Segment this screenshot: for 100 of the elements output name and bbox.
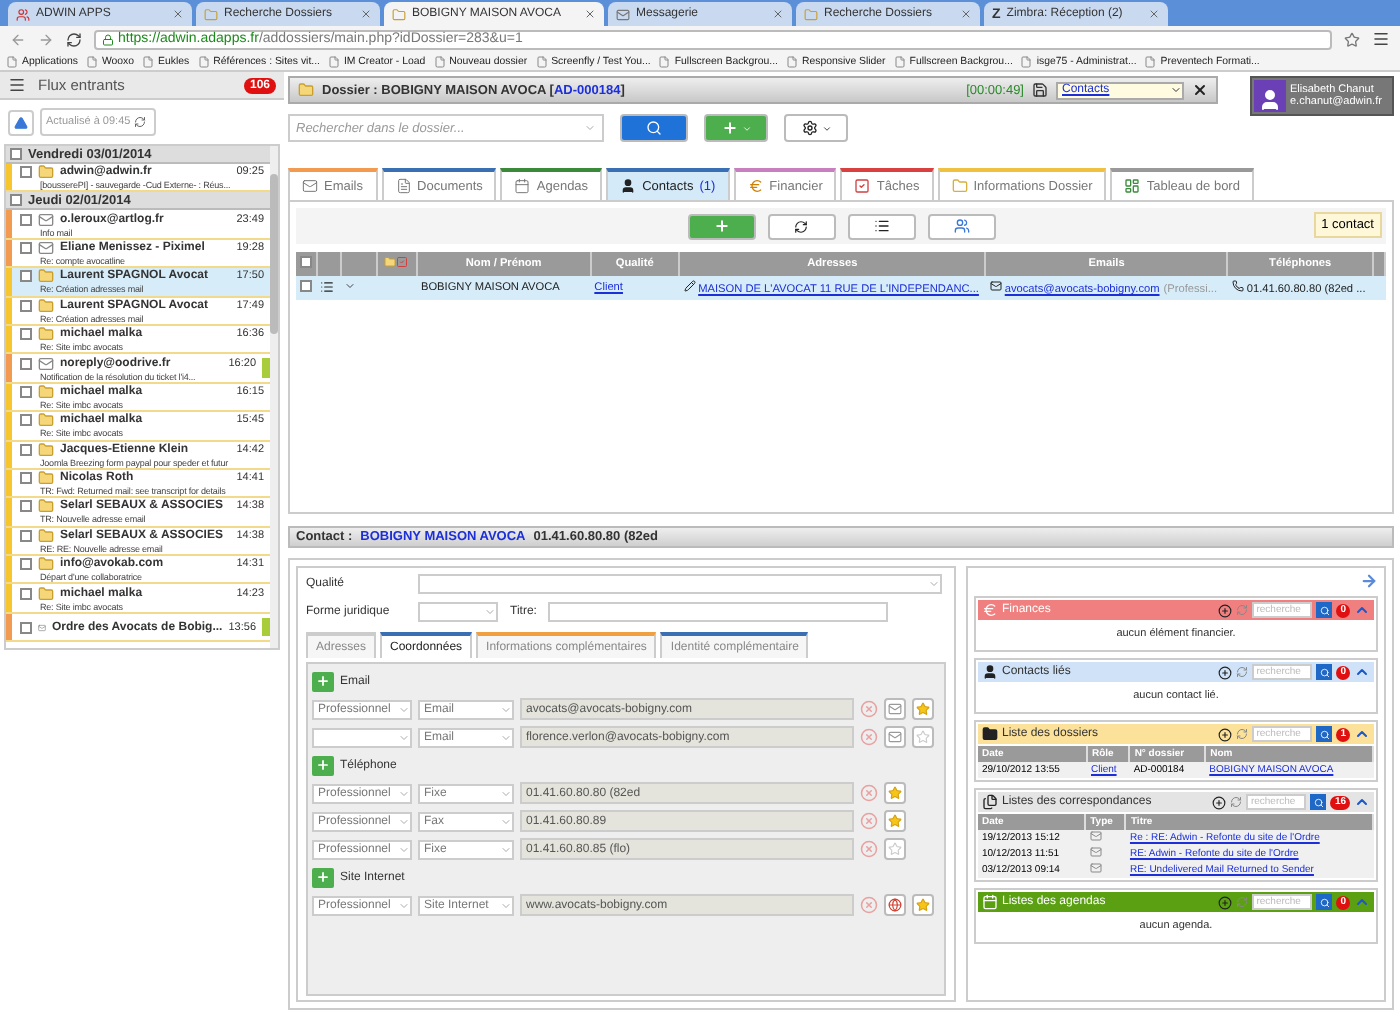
refresh-button[interactable] — [767, 213, 835, 239]
email-button[interactable] — [884, 726, 906, 748]
chevron-down-icon — [928, 578, 940, 590]
add-icon[interactable] — [1218, 665, 1233, 679]
save-icon[interactable] — [1032, 82, 1048, 98]
checkbox[interactable] — [20, 385, 32, 398]
checkbox[interactable] — [20, 587, 32, 600]
checkbox[interactable] — [20, 443, 32, 456]
folder-icon — [392, 7, 406, 21]
up-arrow-icon — [14, 115, 28, 129]
refresh-icon[interactable] — [134, 116, 147, 128]
scrollbar-thumb[interactable] — [270, 174, 278, 334]
checkbox[interactable] — [20, 270, 32, 283]
folder-icon — [804, 7, 818, 21]
checkbox[interactable] — [20, 328, 32, 341]
add-icon[interactable] — [1218, 727, 1233, 741]
checkbox-icon — [396, 256, 409, 268]
checkbox[interactable] — [20, 529, 32, 542]
collapse-icon[interactable] — [1354, 726, 1370, 742]
list-icon[interactable] — [320, 279, 335, 293]
collapse-icon[interactable] — [1354, 602, 1370, 618]
list-button[interactable] — [847, 213, 915, 239]
checkbox[interactable] — [20, 166, 32, 179]
page-icon — [535, 55, 548, 67]
settings-button[interactable] — [784, 114, 848, 142]
search-button[interactable] — [620, 114, 688, 142]
close-icon[interactable] — [1192, 82, 1208, 98]
forward-icon[interactable] — [38, 31, 54, 47]
checkbox[interactable] — [300, 280, 312, 292]
plus-icon — [316, 870, 330, 884]
checkbox[interactable] — [10, 148, 22, 160]
person-icon — [1258, 88, 1282, 112]
chevron-down-icon — [500, 731, 512, 743]
collapse-icon[interactable] — [1354, 794, 1370, 810]
search-button[interactable] — [1316, 602, 1333, 618]
add-button[interactable] — [312, 867, 334, 887]
delete-icon[interactable] — [860, 728, 878, 746]
add-icon[interactable] — [1212, 795, 1227, 809]
arrow-right-icon[interactable] — [1360, 572, 1378, 590]
document-icon — [395, 178, 412, 194]
folder-icon — [38, 441, 54, 458]
collapse-icon[interactable] — [1354, 664, 1370, 680]
search-button[interactable] — [1316, 726, 1333, 742]
envelope-icon — [38, 355, 54, 372]
delete-icon[interactable] — [860, 840, 878, 858]
checkbox[interactable] — [20, 500, 32, 513]
page-icon — [433, 55, 446, 67]
refresh-icon[interactable] — [1236, 728, 1249, 740]
plus-icon — [721, 120, 737, 136]
checkbox[interactable] — [20, 241, 32, 254]
people-button[interactable] — [927, 213, 995, 239]
caret-icon — [821, 123, 831, 133]
refresh-icon[interactable] — [1236, 666, 1249, 678]
folder-icon — [38, 470, 54, 487]
checkbox[interactable] — [300, 256, 312, 268]
checkbox[interactable] — [10, 194, 22, 207]
expand-icon[interactable] — [344, 280, 357, 292]
phone-icon — [1231, 280, 1244, 292]
refresh-icon[interactable] — [1230, 796, 1243, 808]
delete-icon[interactable] — [860, 812, 878, 830]
chevron-down-icon — [398, 899, 410, 911]
checkbox[interactable] — [20, 299, 32, 312]
checkbox[interactable] — [20, 472, 32, 485]
page-icon — [85, 55, 98, 67]
search-button[interactable] — [1310, 794, 1327, 810]
plus-icon — [316, 758, 330, 772]
add-button[interactable] — [704, 114, 768, 142]
folder-icon — [38, 297, 54, 314]
search-icon — [1319, 897, 1330, 907]
delete-icon[interactable] — [860, 896, 878, 914]
checkbox[interactable] — [20, 213, 32, 226]
chevron-down-icon — [398, 815, 410, 827]
reload-icon[interactable] — [66, 31, 82, 47]
add-icon[interactable] — [1218, 603, 1233, 617]
search-button[interactable] — [1316, 664, 1333, 680]
titre-field[interactable] — [548, 602, 889, 622]
browser-button[interactable] — [884, 894, 906, 916]
search-button[interactable] — [1316, 894, 1333, 910]
add-button[interactable] — [687, 213, 755, 239]
calendar-icon — [514, 178, 531, 194]
delete-icon[interactable] — [860, 784, 878, 802]
folder-icon — [384, 256, 397, 268]
checkbox[interactable] — [20, 558, 32, 571]
add-button[interactable] — [312, 755, 334, 775]
back-icon[interactable] — [10, 31, 26, 47]
checkbox[interactable] — [20, 357, 32, 370]
pencil-icon[interactable] — [683, 280, 696, 292]
add-button[interactable] — [312, 671, 334, 691]
delete-icon[interactable] — [860, 700, 878, 718]
folder-icon — [38, 527, 54, 544]
star-icon[interactable] — [1344, 31, 1360, 47]
menu-icon[interactable] — [1372, 30, 1390, 48]
checkbox[interactable] — [20, 621, 32, 634]
email-button[interactable] — [884, 698, 906, 720]
checkbox[interactable] — [20, 414, 32, 427]
page-icon — [327, 55, 340, 67]
search-icon — [1313, 797, 1324, 807]
up-button[interactable] — [8, 109, 34, 135]
folder-icon — [38, 326, 54, 343]
menu-icon[interactable] — [8, 76, 26, 94]
